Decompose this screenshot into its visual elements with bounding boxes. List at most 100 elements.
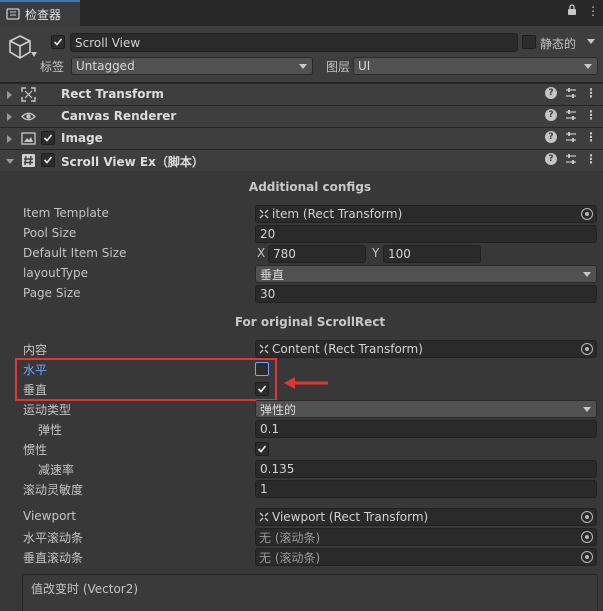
check-icon: [257, 445, 267, 453]
deceleration-rate-label: 减速率: [38, 463, 75, 477]
component-title: Image: [61, 131, 103, 145]
pool-size-input[interactable]: 20: [255, 225, 597, 243]
script-enabled-checkbox[interactable]: [41, 153, 55, 167]
more-options-icon[interactable]: ⋮: [587, 4, 599, 18]
presets-icon[interactable]: [565, 153, 577, 165]
object-name-input[interactable]: Scroll View: [70, 33, 518, 52]
viewport-label: Viewport: [23, 509, 77, 523]
viewport-field[interactable]: Viewport (Rect Transform): [255, 508, 597, 526]
fold-arrow-icon[interactable]: [6, 159, 14, 164]
annotation-arrow-icon: [284, 377, 328, 389]
tag-value: Untagged: [76, 59, 135, 73]
item-template-field[interactable]: item (Rect Transform): [255, 205, 597, 223]
component-tools: ? ⋮: [545, 131, 597, 143]
help-icon[interactable]: ?: [545, 131, 557, 143]
presets-icon[interactable]: [565, 109, 577, 121]
elasticity-value: 0.1: [260, 422, 280, 436]
chevron-down-icon: [583, 407, 591, 412]
section-original-scrollrect: For original ScrollRect: [234, 315, 386, 329]
active-checkbox[interactable]: [51, 35, 65, 49]
image-enabled-checkbox[interactable]: [41, 131, 55, 145]
icon-dropdown-caret[interactable]: [31, 52, 37, 57]
inertia-checkbox[interactable]: [255, 442, 269, 456]
horizontal-scrollbar-field[interactable]: 无 (滚动条): [255, 528, 597, 546]
info-icon: [6, 8, 20, 20]
object-picker-icon[interactable]: [581, 511, 593, 523]
component-rect-transform[interactable]: Rect Transform ? ⋮: [0, 83, 603, 105]
scroll-sensitivity-input[interactable]: 1: [255, 480, 597, 498]
scroll-sensitivity-value: 1: [260, 482, 268, 496]
object-name-value: Scroll View: [75, 35, 141, 50]
content-label: 内容: [23, 343, 48, 357]
item-template-label: Item Template: [23, 206, 109, 220]
deceleration-rate-input[interactable]: 0.135: [255, 460, 597, 478]
component-title: Canvas Renderer: [61, 109, 177, 123]
static-checkbox[interactable]: [522, 35, 536, 49]
annotation-highlight-box: [15, 358, 277, 401]
movement-type-dropdown[interactable]: 弹性的: [255, 400, 597, 418]
inertia-label: 惯性: [23, 443, 48, 457]
horizontal-scrollbar-value: 无 (滚动条): [259, 530, 321, 545]
pool-size-value: 20: [260, 227, 276, 241]
vertical-scrollbar-value: 无 (滚动条): [259, 550, 321, 565]
layer-dropdown[interactable]: UI: [353, 57, 598, 75]
tab-inspector[interactable]: 检查器: [0, 0, 80, 26]
image-icon: [21, 132, 36, 145]
help-icon[interactable]: ?: [545, 153, 557, 165]
help-icon[interactable]: ?: [545, 109, 557, 121]
movement-type-label: 运动类型: [23, 403, 72, 417]
component-tools: ? ⋮: [545, 153, 597, 165]
pool-size-label: Pool Size: [23, 226, 77, 240]
default-item-size-label: Default Item Size: [23, 246, 127, 260]
tab-actions: ⋮: [567, 4, 599, 18]
object-picker-icon[interactable]: [581, 343, 593, 355]
component-scroll-view-ex[interactable]: Scroll View Ex（脚本） ? ⋮: [0, 149, 603, 171]
object-picker-icon[interactable]: [581, 551, 593, 563]
fold-arrow-icon[interactable]: [7, 113, 12, 121]
layout-type-value: 垂直: [260, 267, 285, 282]
item-size-x-value: 780: [273, 247, 296, 261]
tag-dropdown[interactable]: Untagged: [71, 57, 313, 75]
rect-transform-icon: [259, 512, 269, 522]
layer-value: UI: [358, 59, 371, 73]
presets-icon[interactable]: [565, 87, 577, 99]
x-label: X: [257, 246, 266, 260]
item-template-value: item (Rect Transform): [272, 207, 403, 221]
item-size-y-input[interactable]: 100: [383, 245, 481, 263]
page-size-label: Page Size: [23, 286, 81, 300]
elasticity-input[interactable]: 0.1: [255, 420, 597, 438]
elasticity-label: 弹性: [38, 423, 63, 437]
lock-icon[interactable]: [567, 4, 577, 16]
vertical-scrollbar-label: 垂直滚动条: [23, 551, 84, 565]
more-options-icon[interactable]: ⋮: [585, 153, 597, 165]
static-label: 静态的: [540, 37, 577, 51]
on-value-changed-event: 值改变时 (Vector2): [22, 574, 598, 611]
rect-transform-icon: [21, 87, 36, 102]
content-field[interactable]: Content (Rect Transform): [255, 340, 597, 358]
static-dropdown-icon[interactable]: [587, 39, 595, 44]
horizontal-scrollbar-label: 水平滚动条: [23, 531, 84, 545]
help-icon[interactable]: ?: [545, 87, 557, 99]
component-tools: ? ⋮: [545, 87, 597, 99]
movement-type-value: 弹性的: [260, 402, 297, 417]
event-title: 值改变时 (Vector2): [31, 582, 139, 596]
presets-icon[interactable]: [565, 131, 577, 143]
component-tools: ? ⋮: [545, 109, 597, 121]
more-options-icon[interactable]: ⋮: [585, 109, 597, 121]
object-picker-icon[interactable]: [581, 531, 593, 543]
vertical-scrollbar-field[interactable]: 无 (滚动条): [255, 548, 597, 566]
component-title: Scroll View Ex（脚本）: [61, 155, 204, 169]
component-canvas-renderer[interactable]: Canvas Renderer ? ⋮: [0, 105, 603, 127]
more-options-icon[interactable]: ⋮: [585, 87, 597, 99]
page-size-input[interactable]: 30: [255, 285, 597, 303]
viewport-value: Viewport (Rect Transform): [272, 510, 429, 524]
fold-arrow-icon[interactable]: [7, 91, 12, 99]
fold-arrow-icon[interactable]: [7, 135, 12, 143]
more-options-icon[interactable]: ⋮: [585, 131, 597, 143]
item-size-x-input[interactable]: 780: [268, 245, 366, 263]
item-size-y-value: 100: [388, 247, 411, 261]
component-image[interactable]: Image ? ⋮: [0, 127, 603, 149]
layout-type-dropdown[interactable]: 垂直: [255, 265, 597, 283]
object-picker-icon[interactable]: [581, 208, 593, 220]
check-icon: [43, 156, 53, 164]
